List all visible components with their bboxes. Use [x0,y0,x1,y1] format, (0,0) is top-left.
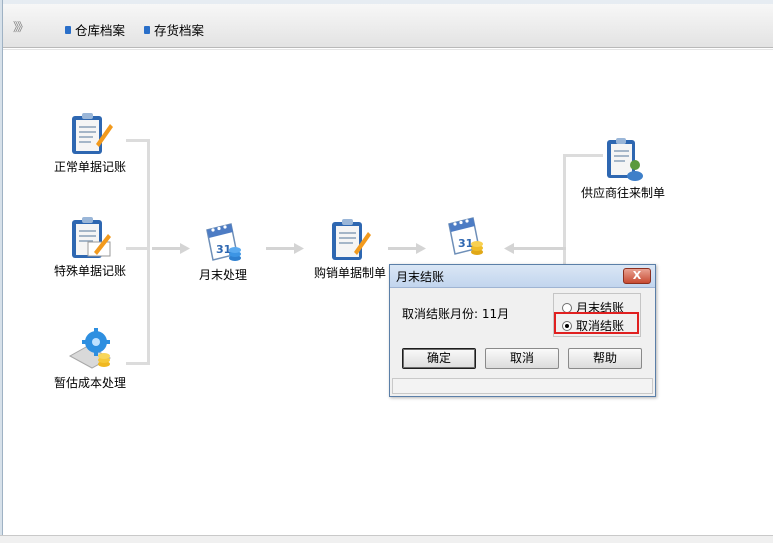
flow-node-label: 供应商往来制单 [580,186,665,200]
clipboard-document-icon [72,217,111,258]
flow-node-supplier-voucher[interactable]: 供应商往来制单 [578,136,668,201]
flow-node-label: 正常单据记账 [53,160,126,174]
gear-coins-icon [68,328,112,369]
help-button[interactable]: 帮助 [568,348,642,369]
toolbar: 》》 仓库档案 存货档案 [3,4,773,48]
clipboard-user-icon [607,138,643,181]
flow-node-label: 暂估成本处理 [53,376,126,390]
flow-arrow-right-icon [152,243,190,254]
flow-node-label: 购销单据制单 [313,266,386,280]
radio-label: 月末结账 [576,301,625,315]
connector-line [147,139,150,365]
radio-unchecked-icon [562,302,572,313]
expand-chevron-icon[interactable]: 》》 [13,18,29,35]
close-button[interactable]: X [623,268,651,284]
calendar-coins-icon: 31 [206,223,241,261]
closing-mode-group: 月末结账 取消结账 [553,293,641,337]
dialog-title: 月末结账 [396,269,445,284]
dialog-status-bar [392,378,653,394]
flow-node-purchase-sales-voucher[interactable]: 购销单据制单 [310,216,390,281]
flow-arrow-right-icon [266,243,304,254]
flow-arrow-right-icon [388,243,426,254]
ok-button[interactable]: 确定 [402,348,476,369]
radio-checked-icon [562,320,572,331]
folder-bullet-icon [65,25,71,34]
flow-node-label: 特殊单据记账 [53,264,126,278]
dialog-titlebar[interactable]: 月末结账 [390,265,655,288]
header-divider [3,49,773,50]
flow-node-normal-posting[interactable]: 正常单据记账 [50,110,130,175]
window-left-edge [0,0,3,543]
toolbar-item-label: 仓库档案 [75,23,126,38]
flow-node-month-end[interactable]: 31 月末处理 [188,220,258,283]
radio-cancel-closing[interactable]: 取消结账 [562,317,624,334]
radio-month-end-closing[interactable]: 月末结账 [562,299,624,316]
clipboard-document-icon [72,113,113,154]
toolbar-item-label: 存货档案 [154,23,205,38]
radio-label: 取消结账 [576,319,625,333]
flow-node-provisional-cost[interactable]: 暂估成本处理 [50,326,130,391]
flow-node-label: 月末处理 [198,268,247,282]
cancel-button[interactable]: 取消 [485,348,559,369]
toolbar-item-inventory-archive[interactable]: 存货档案 [144,20,204,39]
close-icon: X [632,269,642,282]
cancel-closing-month-label: 取消结账月份: 11月 [402,307,510,321]
flow-node-month-closing[interactable]: 31 [440,214,490,260]
window-bottom-edge [0,535,773,543]
folder-bullet-icon [144,25,150,34]
flow-node-special-posting[interactable]: 特殊单据记账 [50,214,130,279]
calendar-coins-icon: 31 [448,217,483,255]
month-end-closing-dialog: 月末结账 X 取消结账月份: 11月 月末结账 取消结账 确定 取消 帮助 [389,264,656,397]
toolbar-item-warehouse-archive[interactable]: 仓库档案 [65,20,125,39]
flow-arrow-left-icon [504,243,566,254]
clipboard-pen-icon [332,219,371,260]
